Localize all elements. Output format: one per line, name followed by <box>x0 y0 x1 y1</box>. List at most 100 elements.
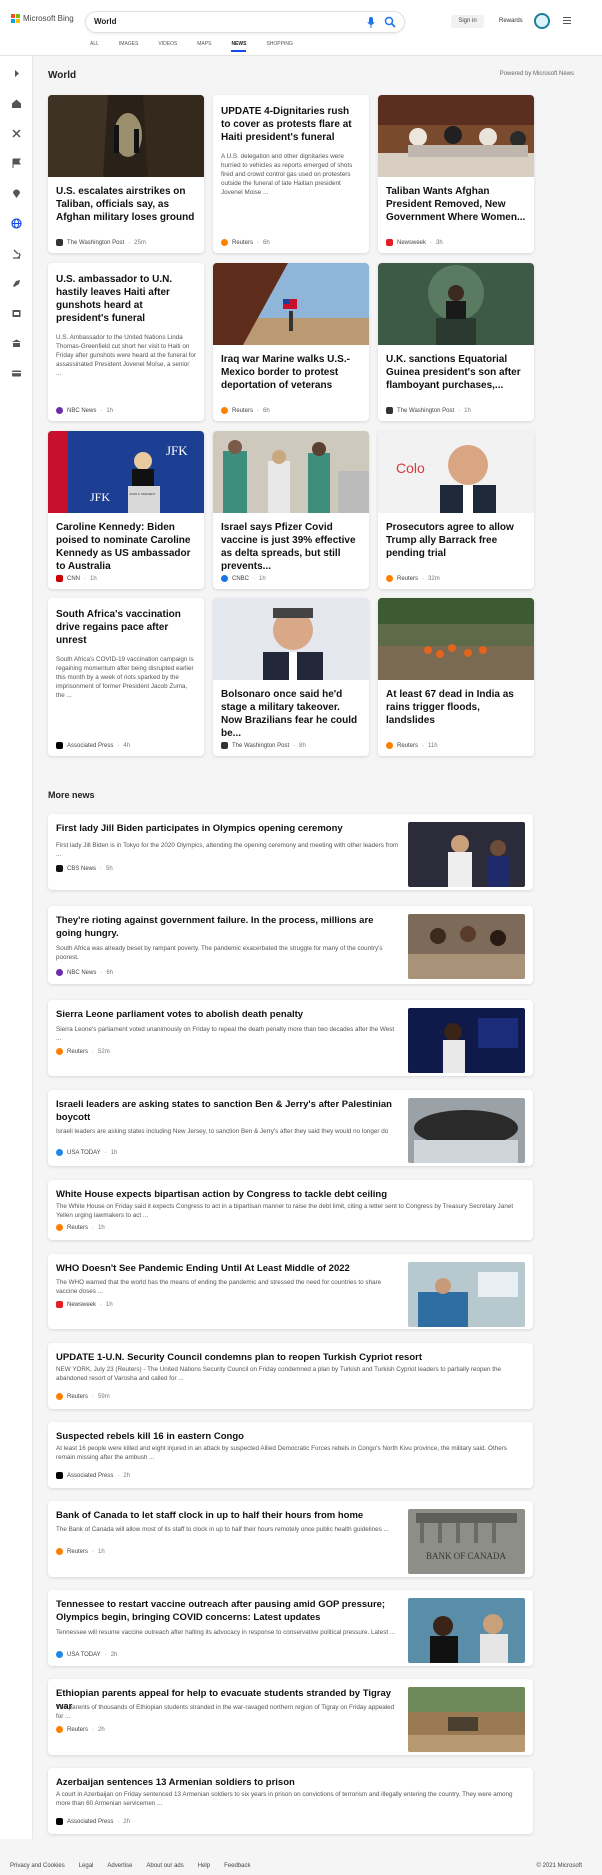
news-card[interactable]: JFK JFK JOHN F. KENNEDY Caroline Kennedy: … <box>48 431 204 589</box>
news-card[interactable]: U.K. sanctions Equatorial Guinea preside… <box>378 263 534 421</box>
item-headline[interactable]: Sierra Leone parliament votes to abolish… <box>56 1008 401 1021</box>
item-headline[interactable]: First lady Jill Biden participates in Ol… <box>56 822 401 835</box>
microphone-icon[interactable] <box>367 17 375 28</box>
more-news-item[interactable]: Sierra Leone parliament votes to abolish… <box>48 1000 533 1076</box>
card-headline[interactable]: South Africa's vaccination drive regains… <box>56 608 196 647</box>
flag-icon[interactable] <box>11 158 22 169</box>
card-headline[interactable]: U.S. escalates airstrikes on Taliban, of… <box>56 185 196 224</box>
item-headline[interactable]: Israeli leaders are asking states to san… <box>56 1098 401 1124</box>
building-icon[interactable] <box>11 338 22 349</box>
tab-videos[interactable]: VIDEOS <box>158 41 177 47</box>
more-news-item[interactable]: Ethiopian parents appeal for help to eva… <box>48 1679 533 1755</box>
card-headline[interactable]: Taliban Wants Afghan President Removed, … <box>386 185 526 224</box>
news-card[interactable]: Israel says Pfizer Covid vaccine is just… <box>213 431 369 589</box>
item-snippet: First lady Jill Biden is in Tokyo for th… <box>56 842 399 858</box>
item-snippet: Israeli leaders are asking states includ… <box>56 1128 389 1135</box>
footer-link-legal[interactable]: Legal <box>79 1863 94 1869</box>
more-news-item[interactable]: They're rioting against government failu… <box>48 906 533 984</box>
more-news-item[interactable]: Israeli leaders are asking states to san… <box>48 1090 533 1166</box>
card-headline[interactable]: Israel says Pfizer Covid vaccine is just… <box>221 521 361 573</box>
tab-shopping[interactable]: SHOPPING <box>266 41 292 47</box>
tab-all[interactable]: ALL <box>90 41 99 47</box>
news-card[interactable]: Taliban Wants Afghan President Removed, … <box>378 95 534 253</box>
item-headline[interactable]: Azerbaijan sentences 13 Armenian soldier… <box>56 1776 516 1789</box>
microscope-icon[interactable] <box>11 248 22 259</box>
search-box[interactable]: World <box>85 11 405 33</box>
more-news-item[interactable]: White House expects bipartisan action by… <box>48 1180 533 1240</box>
card-headline[interactable]: UPDATE 4-Dignitaries rush to cover as pr… <box>221 105 361 144</box>
item-age: 52m <box>98 1048 110 1055</box>
item-headline[interactable]: Tennessee to restart vaccine outreach af… <box>56 1598 401 1624</box>
card-headline[interactable]: Bolsonaro once said he'd stage a militar… <box>221 688 361 740</box>
footer-link-about-ads[interactable]: About our ads <box>146 1863 183 1869</box>
card-age: 6h <box>263 407 270 414</box>
more-news-item[interactable]: Bank of Canada to let staff clock in up … <box>48 1501 533 1577</box>
news-card[interactable]: At least 67 dead in India as rains trigg… <box>378 598 534 756</box>
card-source: CNN <box>67 575 80 582</box>
item-snippet: At least 16 people were killed and eight… <box>56 1445 507 1461</box>
card-headline[interactable]: At least 67 dead in India as rains trigg… <box>386 688 526 727</box>
search-input[interactable]: World <box>94 17 117 26</box>
menu-icon[interactable] <box>563 17 571 24</box>
item-headline[interactable]: They're rioting against government failu… <box>56 914 401 940</box>
news-card[interactable]: South Africa's vaccination drive regains… <box>48 598 204 756</box>
home-icon[interactable] <box>11 98 22 109</box>
more-news-item[interactable]: Tennessee to restart vaccine outreach af… <box>48 1590 533 1666</box>
copyright: © 2021 Microsoft <box>536 1863 582 1869</box>
card-snippet: A U.S. delegation and other dignitaries … <box>221 153 353 196</box>
footer-link-help[interactable]: Help <box>198 1863 210 1869</box>
news-card[interactable]: Iraq war Marine walks U.S.-Mexico border… <box>213 263 369 421</box>
more-news-item[interactable]: First lady Jill Biden participates in Ol… <box>48 814 533 890</box>
search-tabs: ALL IMAGES VIDEOS MAPS NEWS SHOPPING <box>90 41 313 52</box>
item-headline[interactable]: Suspected rebels kill 16 in eastern Cong… <box>56 1430 516 1443</box>
news-card[interactable]: Colo Prosecutors agree to allow Trump al… <box>378 431 534 589</box>
item-source: Reuters <box>67 1048 89 1055</box>
tab-news[interactable]: NEWS <box>231 41 247 52</box>
nbc-logo-icon <box>56 407 63 414</box>
film-icon[interactable] <box>11 308 22 319</box>
more-news-item[interactable]: Suspected rebels kill 16 in eastern Cong… <box>48 1422 533 1488</box>
rewards-link[interactable]: Rewards <box>499 18 523 24</box>
card-headline[interactable]: Caroline Kennedy: Biden poised to nomina… <box>56 521 196 573</box>
item-source: Reuters <box>67 1224 89 1231</box>
tab-images[interactable]: IMAGES <box>119 41 138 47</box>
more-news-item[interactable]: WHO Doesn't See Pandemic Ending Until At… <box>48 1254 533 1329</box>
item-headline[interactable]: WHO Doesn't See Pandemic Ending Until At… <box>56 1262 401 1275</box>
footer-link-advertise[interactable]: Advertise <box>107 1863 132 1869</box>
card-source: Reuters <box>397 742 419 749</box>
card-image-bolsonaro <box>213 598 369 680</box>
card-icon[interactable] <box>11 368 22 379</box>
news-card[interactable]: U.S. ambassador to U.N. hastily leaves H… <box>48 263 204 421</box>
bing-logo[interactable]: Microsoft Bing <box>11 14 74 23</box>
footer-link-feedback[interactable]: Feedback <box>224 1863 250 1869</box>
sign-in-button[interactable]: Sign in <box>451 15 484 28</box>
search-icon[interactable] <box>384 16 396 28</box>
rewards-medal-icon[interactable] <box>534 13 550 29</box>
card-headline[interactable]: Iraq war Marine walks U.S.-Mexico border… <box>221 353 361 392</box>
news-card[interactable]: UPDATE 4-Dignitaries rush to cover as pr… <box>213 95 369 253</box>
item-thumbnail: BANK OF CANADA <box>408 1509 525 1574</box>
rocket-icon[interactable] <box>11 278 22 289</box>
item-thumbnail <box>408 822 525 887</box>
item-thumbnail <box>408 1598 525 1663</box>
tab-maps[interactable]: MAPS <box>197 41 211 47</box>
news-card[interactable]: Bolsonaro once said he'd stage a militar… <box>213 598 369 756</box>
powered-by-label[interactable]: Powered by Microsoft News <box>500 71 574 77</box>
card-headline[interactable]: Prosecutors agree to allow Trump ally Ba… <box>386 521 526 560</box>
card-headline[interactable]: U.S. ambassador to U.N. hastily leaves H… <box>56 273 196 325</box>
brand-name: Microsoft Bing <box>23 14 74 23</box>
section-title: World <box>48 70 77 81</box>
more-news-item[interactable]: Azerbaijan sentences 13 Armenian soldier… <box>48 1768 533 1834</box>
card-headline[interactable]: U.K. sanctions Equatorial Guinea preside… <box>386 353 526 392</box>
footer-link-privacy[interactable]: Privacy and Cookies <box>10 1863 65 1869</box>
globe-icon[interactable] <box>11 218 22 229</box>
item-snippet: The WHO warned that the world has the me… <box>56 1279 382 1295</box>
location-pin-icon[interactable] <box>11 188 22 199</box>
item-headline[interactable]: White House expects bipartisan action by… <box>56 1188 516 1201</box>
news-card[interactable]: U.S. escalates airstrikes on Taliban, of… <box>48 95 204 253</box>
item-headline[interactable]: Bank of Canada to let staff clock in up … <box>56 1509 401 1522</box>
more-news-item[interactable]: UPDATE 1-U.N. Security Council condemns … <box>48 1343 533 1409</box>
item-headline[interactable]: UPDATE 1-U.N. Security Council condemns … <box>56 1351 516 1364</box>
pinwheel-icon[interactable] <box>11 128 22 139</box>
chevron-right-icon[interactable] <box>11 68 22 79</box>
